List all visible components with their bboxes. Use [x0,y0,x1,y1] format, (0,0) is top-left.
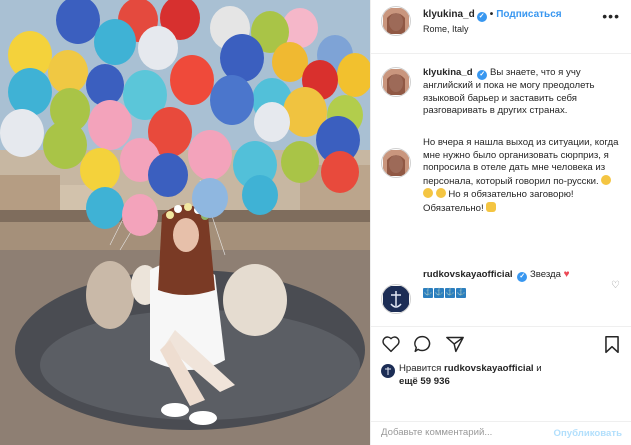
comment-text: rudkovskayaofficial ✓ Звезда ♥ ⚓ ⚓ ⚓ ⚓ [423,269,621,299]
anchor-emoji-icon: ⚓ [423,288,433,298]
follow-button[interactable]: Подписаться [496,9,561,20]
likes-summary: Нравится rudkovskayaofficial и ещё 59 93… [381,362,626,392]
verified-badge-icon: ✓ [477,70,488,80]
strong-arm-emoji-icon [486,201,497,212]
balloons-photo [0,0,370,445]
ellipsis-icon[interactable]: ••• [602,8,620,24]
smile-emoji-icon [435,188,446,199]
caption-text: klyukina_d ✓ Вы знаете, что я учу англий… [423,67,621,118]
anchor-emoji-icon: ⚓ [434,288,444,298]
comment-avatar[interactable] [381,148,411,178]
avatar-image [383,8,409,34]
caption-avatar[interactable] [381,67,411,97]
post-header: klyukina_d ✓ • Подписаться Rome, Italy ••• [371,0,631,54]
paper-plane-icon[interactable] [445,335,465,353]
anchor-emoji-icon: ⚓ [456,288,466,298]
likes-and: и [536,363,542,374]
avatar-image [383,150,409,176]
anchor-emoji-row: ⚓ ⚓ ⚓ ⚓ [423,286,621,299]
liker-username[interactable]: rudkovskayaofficial [444,363,534,374]
verified-badge-icon: ✓ [476,12,487,22]
comment-text: Но вчера я нашла выход из ситуации, когд… [423,137,621,216]
anchor-emoji-icon: ⚓ [445,288,455,298]
comment-body-end: Но я обязательно заговорю! Обязательно! [423,189,574,214]
post-panel: klyukina_d ✓ • Подписаться Rome, Italy ••• … [370,0,631,445]
likes-text: Нравится rudkovskayaofficial и ещё 59 93… [399,362,542,388]
likes-count[interactable]: ещё 59 936 [399,376,450,387]
action-bar [371,326,631,362]
speech-bubble-icon[interactable] [413,335,433,353]
comment-username[interactable]: rudkovskayaofficial [423,269,513,280]
red-heart-emoji-icon: ♥ [563,269,570,280]
blush-emoji-icon [423,188,433,199]
caption-username[interactable]: klyukina_d [423,67,473,78]
comment-body: Звезда [529,269,561,280]
likes-prefix: Нравится [399,363,442,374]
bookmark-icon[interactable] [604,335,620,354]
author-username[interactable]: klyukina_d [423,9,475,20]
avatar-image [381,364,395,378]
avatar-image [383,286,409,312]
heart-outline-icon[interactable] [381,335,401,353]
location-link[interactable]: Rome, Italy [423,24,469,34]
post-photo[interactable] [0,0,370,445]
separator-dot: • [489,9,494,20]
comments-list: klyukina_d ✓ Вы знаете, что я учу англий… [371,54,631,324]
comment-avatar[interactable] [381,284,411,314]
author-avatar[interactable] [381,6,411,36]
avatar-image [383,69,409,95]
comment-like-heart-icon[interactable]: ♡ [611,280,620,291]
comment-body-start: Но вчера я нашла выход из ситуации, когд… [423,137,619,187]
verified-badge-icon: ✓ [517,272,528,282]
grinning-emoji-icon [601,174,612,185]
author-row: klyukina_d ✓ • Подписаться [423,9,562,22]
liker-avatar[interactable] [381,364,395,378]
add-comment-bar: Опубликовать [371,421,631,445]
publish-button[interactable]: Опубликовать [553,428,622,439]
comment-input[interactable] [381,427,541,438]
